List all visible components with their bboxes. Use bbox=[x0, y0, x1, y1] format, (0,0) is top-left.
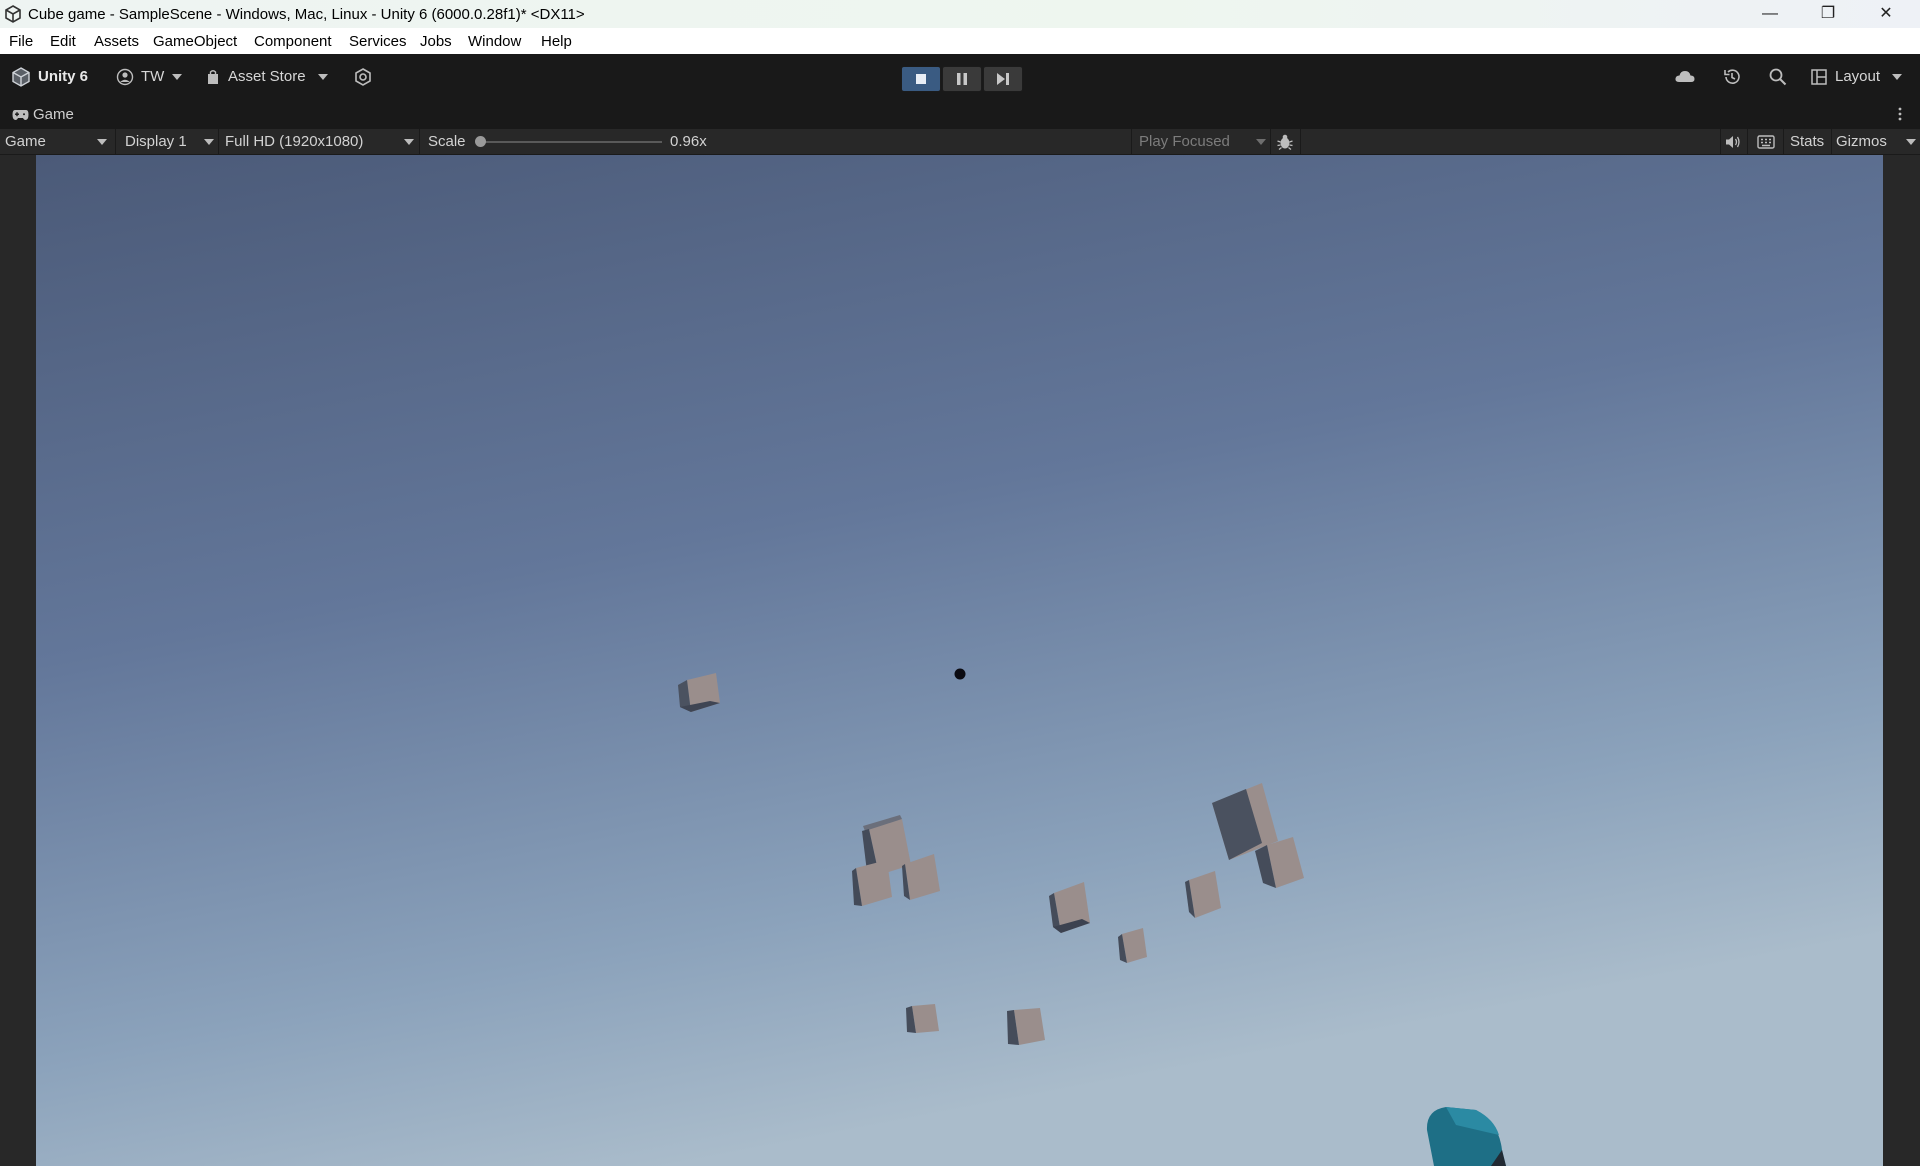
divider bbox=[1270, 129, 1271, 154]
viewport-letterbox-right bbox=[1883, 155, 1920, 1166]
unity-version-label: Unity 6 bbox=[38, 68, 89, 85]
chevron-down-icon bbox=[1906, 139, 1916, 145]
tab-game-label: Game bbox=[33, 106, 74, 123]
scale-slider-track[interactable] bbox=[478, 141, 662, 143]
unity-logo-icon bbox=[5, 5, 21, 23]
resolution-dropdown[interactable]: Full HD (1920x1080) bbox=[219, 129, 419, 154]
step-button[interactable] bbox=[983, 66, 1023, 92]
asset-store-label: Asset Store bbox=[228, 68, 306, 85]
pause-icon bbox=[957, 73, 967, 85]
view-mode-label: Game bbox=[5, 133, 46, 150]
chevron-down-icon bbox=[404, 139, 414, 145]
scale-value: 0.96x bbox=[670, 133, 707, 150]
menu-assets[interactable]: Assets bbox=[94, 33, 139, 50]
divider bbox=[1747, 129, 1748, 154]
step-forward-icon bbox=[997, 73, 1009, 85]
scale-slider-handle[interactable] bbox=[475, 136, 486, 147]
chevron-down-icon bbox=[318, 74, 328, 80]
search-icon[interactable] bbox=[1768, 67, 1788, 87]
asset-store-dropdown[interactable]: Asset Store bbox=[206, 66, 332, 88]
divider bbox=[1783, 129, 1784, 154]
menu-file[interactable]: File bbox=[9, 33, 33, 50]
resolution-label: Full HD (1920x1080) bbox=[225, 133, 364, 150]
game-view-toolbar: Game Display 1 Full HD (1920x1080) Scale… bbox=[0, 129, 1920, 155]
layout-label: Layout bbox=[1835, 68, 1881, 85]
chevron-down-icon bbox=[97, 139, 107, 145]
chevron-down-icon bbox=[172, 74, 182, 80]
display-dropdown[interactable]: Display 1 bbox=[116, 129, 218, 154]
play-focus-label: Play Focused bbox=[1139, 133, 1230, 150]
gamepad-icon bbox=[12, 110, 29, 120]
sky-background bbox=[36, 155, 1883, 1166]
gizmos-dropdown[interactable]: Gizmos bbox=[1832, 129, 1920, 154]
game-viewport[interactable] bbox=[36, 155, 1883, 1166]
divider bbox=[419, 129, 420, 154]
kebab-menu-icon[interactable] bbox=[1896, 104, 1904, 124]
account-dropdown[interactable]: TW bbox=[116, 66, 186, 88]
menu-edit[interactable]: Edit bbox=[50, 33, 76, 50]
layout-dropdown[interactable]: Layout bbox=[1811, 66, 1911, 88]
floating-cube bbox=[906, 1004, 939, 1033]
floating-cube bbox=[1007, 1008, 1045, 1045]
scale-label: Scale bbox=[428, 133, 466, 150]
unity-cube-icon bbox=[12, 67, 30, 87]
keyboard-icon[interactable] bbox=[1757, 135, 1775, 149]
menu-gameobject[interactable]: GameObject bbox=[153, 33, 237, 50]
game-scene bbox=[36, 155, 1883, 1166]
menu-component[interactable]: Component bbox=[254, 33, 332, 50]
stats-button[interactable]: Stats bbox=[1790, 129, 1824, 154]
account-label: TW bbox=[141, 68, 165, 85]
layout-icon bbox=[1811, 69, 1827, 85]
bug-icon[interactable] bbox=[1276, 133, 1294, 151]
stop-icon bbox=[916, 74, 926, 84]
menu-window[interactable]: Window bbox=[468, 33, 521, 50]
crosshair bbox=[954, 668, 966, 680]
cloud-icon[interactable] bbox=[1674, 67, 1696, 87]
menu-help[interactable]: Help bbox=[541, 33, 572, 50]
menu-bar: File Edit Assets GameObject Component Se… bbox=[0, 28, 1920, 54]
divider bbox=[1300, 129, 1301, 154]
title-bar: Cube game - SampleScene - Windows, Mac, … bbox=[0, 0, 1920, 28]
display-label: Display 1 bbox=[125, 133, 187, 150]
menu-services[interactable]: Services bbox=[349, 33, 407, 50]
chevron-down-icon bbox=[1892, 74, 1902, 80]
version-control-icon[interactable] bbox=[353, 67, 373, 87]
user-icon bbox=[116, 68, 134, 86]
close-button[interactable]: ✕ bbox=[1858, 0, 1914, 28]
maximize-button[interactable]: ❐ bbox=[1800, 0, 1856, 28]
play-focus-dropdown[interactable]: Play Focused bbox=[1132, 129, 1270, 154]
audio-icon[interactable] bbox=[1724, 134, 1742, 150]
gizmos-label: Gizmos bbox=[1836, 133, 1887, 150]
view-mode-dropdown[interactable]: Game bbox=[0, 129, 114, 154]
chevron-down-icon bbox=[204, 139, 214, 145]
shopping-bag-icon bbox=[208, 70, 218, 84]
game-tab-bar bbox=[0, 99, 1920, 129]
pause-button[interactable] bbox=[942, 66, 982, 92]
window-title: Cube game - SampleScene - Windows, Mac, … bbox=[28, 6, 585, 23]
play-button[interactable] bbox=[901, 66, 941, 92]
divider bbox=[1720, 129, 1721, 154]
minimize-button[interactable]: — bbox=[1742, 0, 1798, 28]
menu-jobs[interactable]: Jobs bbox=[420, 33, 452, 50]
history-icon[interactable] bbox=[1722, 67, 1742, 87]
tab-game[interactable]: Game bbox=[10, 104, 80, 126]
chevron-down-icon bbox=[1256, 139, 1266, 145]
viewport-letterbox-left bbox=[0, 155, 36, 1166]
